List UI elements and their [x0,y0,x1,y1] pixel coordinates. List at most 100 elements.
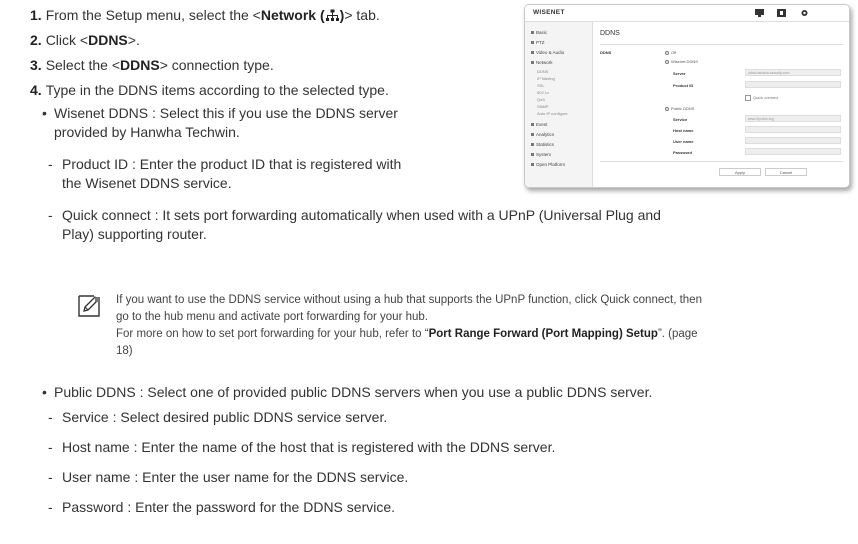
step-text: From the Setup menu, select the < [45,7,261,23]
radio-label: Public DDNS [671,106,695,111]
dash-marker: - [48,409,53,425]
step-bold: DDNS [120,57,160,73]
divider [600,161,843,162]
radio-public-ddns: Public DDNS [665,106,694,111]
sidebar-sub-ip-filtering: IP filtering [537,76,555,81]
step-text: Select the < [45,57,121,73]
dash-service: - Service : Select desired public DDNS s… [48,408,842,427]
step-text: Type in the DDNS items according to the … [45,82,389,98]
note-block: If you want to use the DDNS service with… [95,292,832,360]
user-name-label: User name [673,139,694,144]
dash-text: Product ID : Enter the product ID that i… [62,156,402,172]
user-name-field [745,137,841,144]
sidebar-item-video-audio: Video & Audio [531,50,564,55]
server-field: ddns.hanwha-security.com [745,69,841,76]
dash-user-name: - User name : Enter the user name for th… [48,468,842,487]
wisenet-logo: WISENET [533,9,565,16]
note-reference-link: Port Range Forward (Port Mapping) Setup [428,328,658,340]
password-field [745,148,841,155]
sidebar-item-ptz: PTZ [531,40,545,45]
playback-icon [777,9,786,17]
step-bold: DDNS [88,32,128,48]
step-2: 2. Click <DDNS>. [30,31,140,49]
divider [600,44,843,45]
radio-label: Off [671,50,677,55]
step-bold: Network ( [260,7,325,23]
network-icon [325,9,339,21]
dash-text: Play) supporting router. [62,226,207,242]
product-id-label: Product ID [673,83,694,88]
bullet-dot: • [42,105,47,121]
dash-quick-connect: - Quick connect : It sets port forwardin… [48,206,842,244]
quick-connect-checkbox: Quick connect [745,95,778,101]
dash-text: Service : Select desired public DDNS ser… [62,409,388,425]
sidebar-item-open-platform: Open Platform [531,162,565,167]
note-text: ”. (page [657,328,698,340]
dash-marker: - [48,499,53,515]
step-3: 3. Select the <DDNS> connection type. [30,56,274,74]
sidebar-sub-auto-ip: Auto IP configure [537,111,568,116]
sidebar-sub-ssl: SSL [537,83,545,88]
screenshot-top-bar: WISENET [525,5,849,22]
product-id-field [745,81,841,88]
host-name-label: Host name [673,128,694,133]
note-text: 18) [116,345,133,357]
sidebar-item-event: Event [531,122,548,127]
bullet-dot: • [42,384,47,400]
step-number: 1. [30,7,42,23]
cancel-button: Cancel [765,168,807,176]
page-title: DDNS [600,30,620,37]
gear-icon [801,10,808,16]
sidebar-item-system: System [531,152,551,157]
password-label: Password [673,150,692,155]
sidebar-item-analytics: Analytics [531,132,554,137]
dash-marker: - [48,439,53,455]
radio-off: Off [665,50,676,55]
note-text: go to the hub menu and activate port for… [116,311,428,323]
dash-text: the Wisenet DDNS service. [62,175,232,191]
bullet-public-ddns: • Public DDNS : Select one of provided p… [42,383,844,402]
dash-marker: - [48,156,53,172]
sidebar-sub-snmp: SNMP [537,104,549,109]
dash-text: Quick connect : It sets port forwarding … [62,207,661,223]
dash-password: - Password : Enter the password for the … [48,498,842,517]
sidebar-sub-qos: QoS [537,97,546,102]
host-name-field [745,126,841,133]
server-label: Server [673,71,686,76]
dash-host-name: - Host name : Enter the name of the host… [48,438,842,457]
dash-product-id: - Product ID : Enter the product ID that… [48,155,512,193]
note-text-ref: For more on how to set port forwarding f… [116,326,832,343]
apply-button: Apply [719,168,761,176]
dash-marker: - [48,207,53,223]
radio-label: Wisenet DDNS [671,59,698,64]
bullet-text: Public DDNS : Select one of provided pub… [54,384,653,400]
bullet-wisenet-ddns: • Wisenet DDNS : Select this if you use … [42,104,514,142]
sidebar-sub-ddns: DDNS [537,69,549,74]
note-text: For more on how to set port forwarding f… [116,328,429,340]
ddns-setup-screenshot: WISENET Basic PTZ Video & Audio Network … [524,4,850,188]
step-text-end: > tab. [344,7,380,23]
sidebar-sub-8021x: 802.1x [537,90,550,95]
screenshot-sidebar: Basic PTZ Video & Audio Network DDNS IP … [525,22,593,187]
step-text-end: > connection type. [159,57,274,73]
screenshot-main-panel: DDNS DDNS Off Wisenet DDNS Server ddns.h… [593,22,849,187]
step-text-end: >. [127,32,140,48]
service-label: Service [673,117,688,122]
monitor-icon [755,9,764,17]
dash-text: Password : Enter the password for the DD… [62,499,396,515]
bullet-text: Wisenet DDNS : Select this if you use th… [54,105,398,121]
step-number: 3. [30,57,42,73]
ddns-label: DDNS [600,50,612,55]
bullet-text: provided by Hanwha Techwin. [54,124,240,140]
step-1: 1. From the Setup menu, select the <Netwo… [30,6,380,24]
step-number: 2. [30,32,42,48]
sidebar-item-statistics: Statistics [531,142,554,147]
step-number: 4. [30,82,42,98]
step-4: 4. Type in the DDNS items according to th… [30,81,389,99]
dash-marker: - [48,469,53,485]
sidebar-item-network: Network [531,60,553,65]
dash-text: User name : Enter the user name for the … [62,469,409,485]
service-select: www.dyndns.org [745,115,841,122]
note-text: If you want to use the DDNS service with… [116,294,702,306]
note-square-bullet [95,297,100,302]
